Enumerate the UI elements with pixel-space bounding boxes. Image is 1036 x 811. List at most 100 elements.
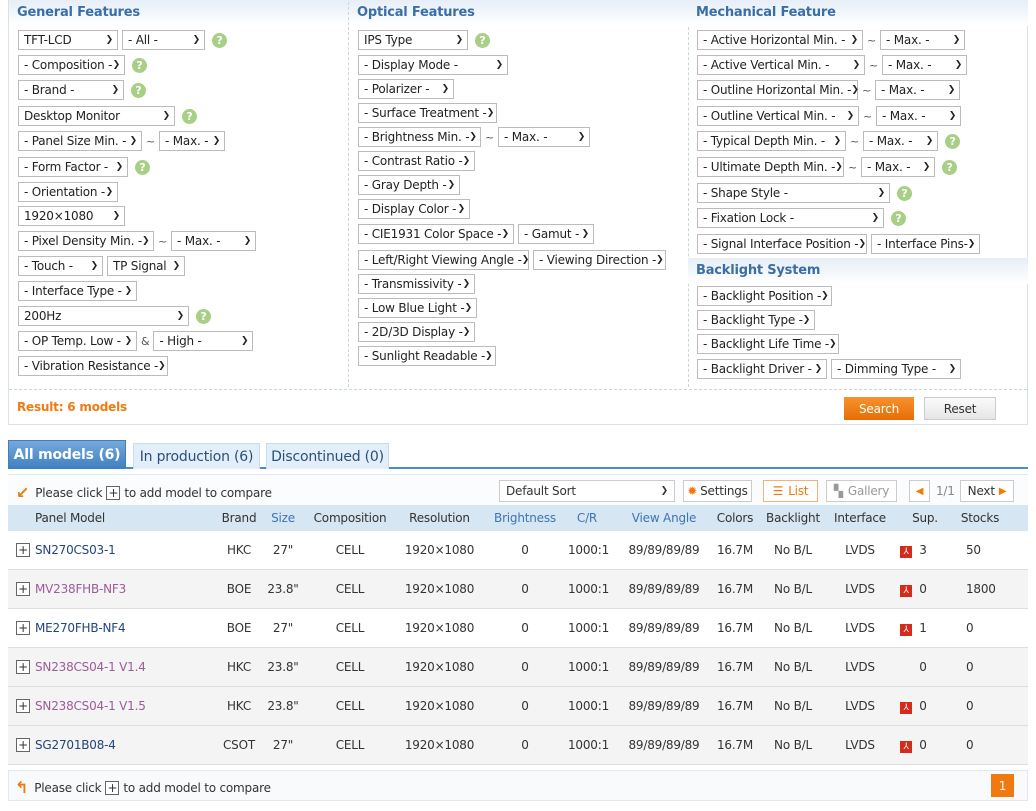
filter-select[interactable]: - Low Blue Light - ❯ <box>358 298 477 318</box>
filter-select[interactable]: - Max. - ❯ <box>875 80 961 100</box>
add-compare-button[interactable]: + <box>16 660 30 674</box>
filter-select[interactable]: - Form Factor - ❯ <box>18 157 128 177</box>
column-header-cr[interactable]: C/R <box>568 511 606 525</box>
filter-select[interactable]: - High - ❯ <box>153 331 254 351</box>
filter-select[interactable]: - Sunlight Readable - ❯ <box>358 346 496 366</box>
add-compare-button[interactable]: + <box>16 621 30 635</box>
filter-select[interactable]: - Max. - ❯ <box>498 127 591 147</box>
model-link[interactable]: SN238CS04-1 V1.4 <box>35 660 185 674</box>
filter-select[interactable]: - Gray Depth - ❯ <box>358 175 460 195</box>
filter-select[interactable]: - Pixel Density Min. - ❯ <box>18 231 154 251</box>
pdf-icon[interactable]: ⅄ <box>900 624 912 636</box>
filter-select[interactable]: - Orientation - ❯ <box>18 182 118 202</box>
filter-select[interactable]: - Outline Vertical Min. - ❯ <box>697 106 859 126</box>
filter-select[interactable]: - Display Mode - ❯ <box>358 55 508 75</box>
filter-select[interactable]: - CIE1931 Color Space - ❯ <box>358 224 514 244</box>
model-link[interactable]: MV238FHB-NF3 <box>35 582 185 596</box>
filter-select[interactable]: - Max. - ❯ <box>171 231 257 251</box>
add-compare-button[interactable]: + <box>16 738 30 752</box>
filter-select[interactable]: - Composition - ❯ <box>18 55 125 75</box>
filter-select[interactable]: - Panel Size Min. - ❯ <box>18 131 142 151</box>
filter-select[interactable]: - Interface Type - ❯ <box>18 281 137 301</box>
filter-select[interactable]: TP Signal ❯ <box>107 256 185 276</box>
add-compare-button[interactable]: + <box>16 543 30 557</box>
column-header-view-angle[interactable]: View Angle <box>626 511 702 525</box>
help-icon[interactable]: ? <box>945 133 961 149</box>
help-icon[interactable]: ? <box>135 159 150 175</box>
help-icon[interactable]: ? <box>196 308 211 324</box>
pdf-icon[interactable]: ⅄ <box>900 585 912 597</box>
filter-select[interactable]: - Polarizer - ❯ <box>358 79 454 99</box>
filter-select[interactable]: - Max. - ❯ <box>882 55 968 75</box>
filter-select[interactable]: - Max. - ❯ <box>863 131 939 151</box>
pdf-icon[interactable]: ⅄ <box>900 546 912 558</box>
next-page-button[interactable]: Next ▶ <box>960 480 1014 502</box>
filter-select[interactable]: Desktop Monitor ❯ <box>18 106 175 126</box>
add-compare-button[interactable]: + <box>16 699 30 713</box>
filter-select[interactable]: - Backlight Driver - ❯ <box>697 359 827 379</box>
add-compare-button[interactable]: + <box>16 582 30 596</box>
filter-select[interactable]: IPS Type ❯ <box>358 30 468 50</box>
tab-in-production[interactable]: In production (6) <box>133 443 260 469</box>
filter-select[interactable]: - OP Temp. Low - ❯ <box>18 331 137 351</box>
page-1-button[interactable]: 1 <box>991 774 1014 797</box>
filter-select[interactable]: - Shape Style - ❯ <box>697 183 890 203</box>
sort-select[interactable]: Default Sort ❯ <box>499 480 675 502</box>
pdf-icon[interactable]: ⅄ <box>900 702 912 714</box>
help-icon[interactable]: ? <box>891 210 906 226</box>
pdf-icon[interactable]: ⅄ <box>900 741 912 753</box>
search-button[interactable]: Search <box>844 397 914 420</box>
model-link[interactable]: ME270FHB-NF4 <box>35 621 185 635</box>
filter-select[interactable]: - Dimming Type - ❯ <box>831 359 961 379</box>
filter-select[interactable]: - Brightness Min. - ❯ <box>358 127 481 147</box>
prev-page-button[interactable]: ◀ <box>909 480 930 502</box>
tab-all-models[interactable]: All models (6) <box>8 440 126 469</box>
filter-select[interactable]: - Surface Treatment - ❯ <box>358 103 497 123</box>
reset-button[interactable]: Reset <box>924 397 996 420</box>
filter-select[interactable]: - Backlight Position - ❯ <box>697 286 832 306</box>
filter-select[interactable]: 1920×1080 ❯ <box>18 206 125 226</box>
filter-select[interactable]: - Touch - ❯ <box>18 256 103 276</box>
filter-select[interactable]: - Backlight Type - ❯ <box>697 310 815 330</box>
filter-select[interactable]: - Transmissivity - ❯ <box>358 274 475 294</box>
help-icon[interactable]: ? <box>212 32 227 48</box>
help-icon[interactable]: ? <box>942 159 958 175</box>
filter-select[interactable]: 200Hz ❯ <box>18 306 189 326</box>
filter-select[interactable]: - 2D/3D Display - ❯ <box>358 322 475 342</box>
column-header-size[interactable]: Size <box>263 511 303 525</box>
filter-select[interactable]: - Gamut - ❯ <box>518 224 594 244</box>
gallery-view-button[interactable]: ▚ Gallery <box>826 480 897 502</box>
help-icon[interactable]: ? <box>131 82 146 98</box>
filter-select[interactable]: - Vibration Resistance - ❯ <box>18 356 168 376</box>
help-icon[interactable]: ? <box>132 57 147 73</box>
filter-select[interactable]: - Ultimate Depth Min. - ❯ <box>697 157 844 177</box>
filter-select[interactable]: - Backlight Life Time - ❯ <box>697 334 839 354</box>
help-icon[interactable]: ? <box>182 108 197 124</box>
model-link[interactable]: SG2701B08-4 <box>35 738 185 752</box>
filter-select[interactable]: - Display Color - ❯ <box>358 199 470 219</box>
filter-select[interactable]: - Contrast Ratio - ❯ <box>358 151 475 171</box>
filter-select[interactable]: - All - ❯ <box>122 30 205 50</box>
filter-select[interactable]: - Left/Right Viewing Angle - ❯ <box>358 250 529 270</box>
filter-select[interactable]: - Fixation Lock - ❯ <box>697 208 884 228</box>
filter-select[interactable]: TFT-LCD ❯ <box>18 30 118 50</box>
filter-select[interactable]: - Max. - ❯ <box>880 30 966 50</box>
filter-select[interactable]: - Active Horizontal Min. - ❯ <box>697 30 863 50</box>
help-icon[interactable]: ? <box>897 185 912 201</box>
filter-select[interactable]: - Outline Horizontal Min. - ❯ <box>697 80 859 100</box>
list-view-button[interactable]: ☰ List <box>763 480 818 502</box>
help-icon[interactable]: ? <box>475 32 490 48</box>
filter-select[interactable]: - Brand - ❯ <box>18 80 124 100</box>
model-link[interactable]: SN270CS03-1 <box>35 543 185 557</box>
settings-button[interactable]: ✹ Settings <box>683 480 752 502</box>
filter-select[interactable]: - Viewing Direction - ❯ <box>533 250 666 270</box>
filter-select[interactable]: - Signal Interface Position - ❯ <box>697 234 867 254</box>
filter-select[interactable]: - Typical Depth Min. - ❯ <box>697 131 846 151</box>
column-header-brightness[interactable]: Brightness <box>493 511 557 525</box>
filter-select[interactable]: - Max. - ❯ <box>876 106 962 126</box>
filter-select[interactable]: - Interface Pins- ❯ <box>871 234 980 254</box>
filter-select[interactable]: - Active Vertical Min. - ❯ <box>697 55 865 75</box>
tab-discontinued[interactable]: Discontinued (0) <box>266 443 389 469</box>
filter-select[interactable]: - Max. - ❯ <box>861 157 936 177</box>
filter-select[interactable]: - Max. - ❯ <box>159 131 226 151</box>
